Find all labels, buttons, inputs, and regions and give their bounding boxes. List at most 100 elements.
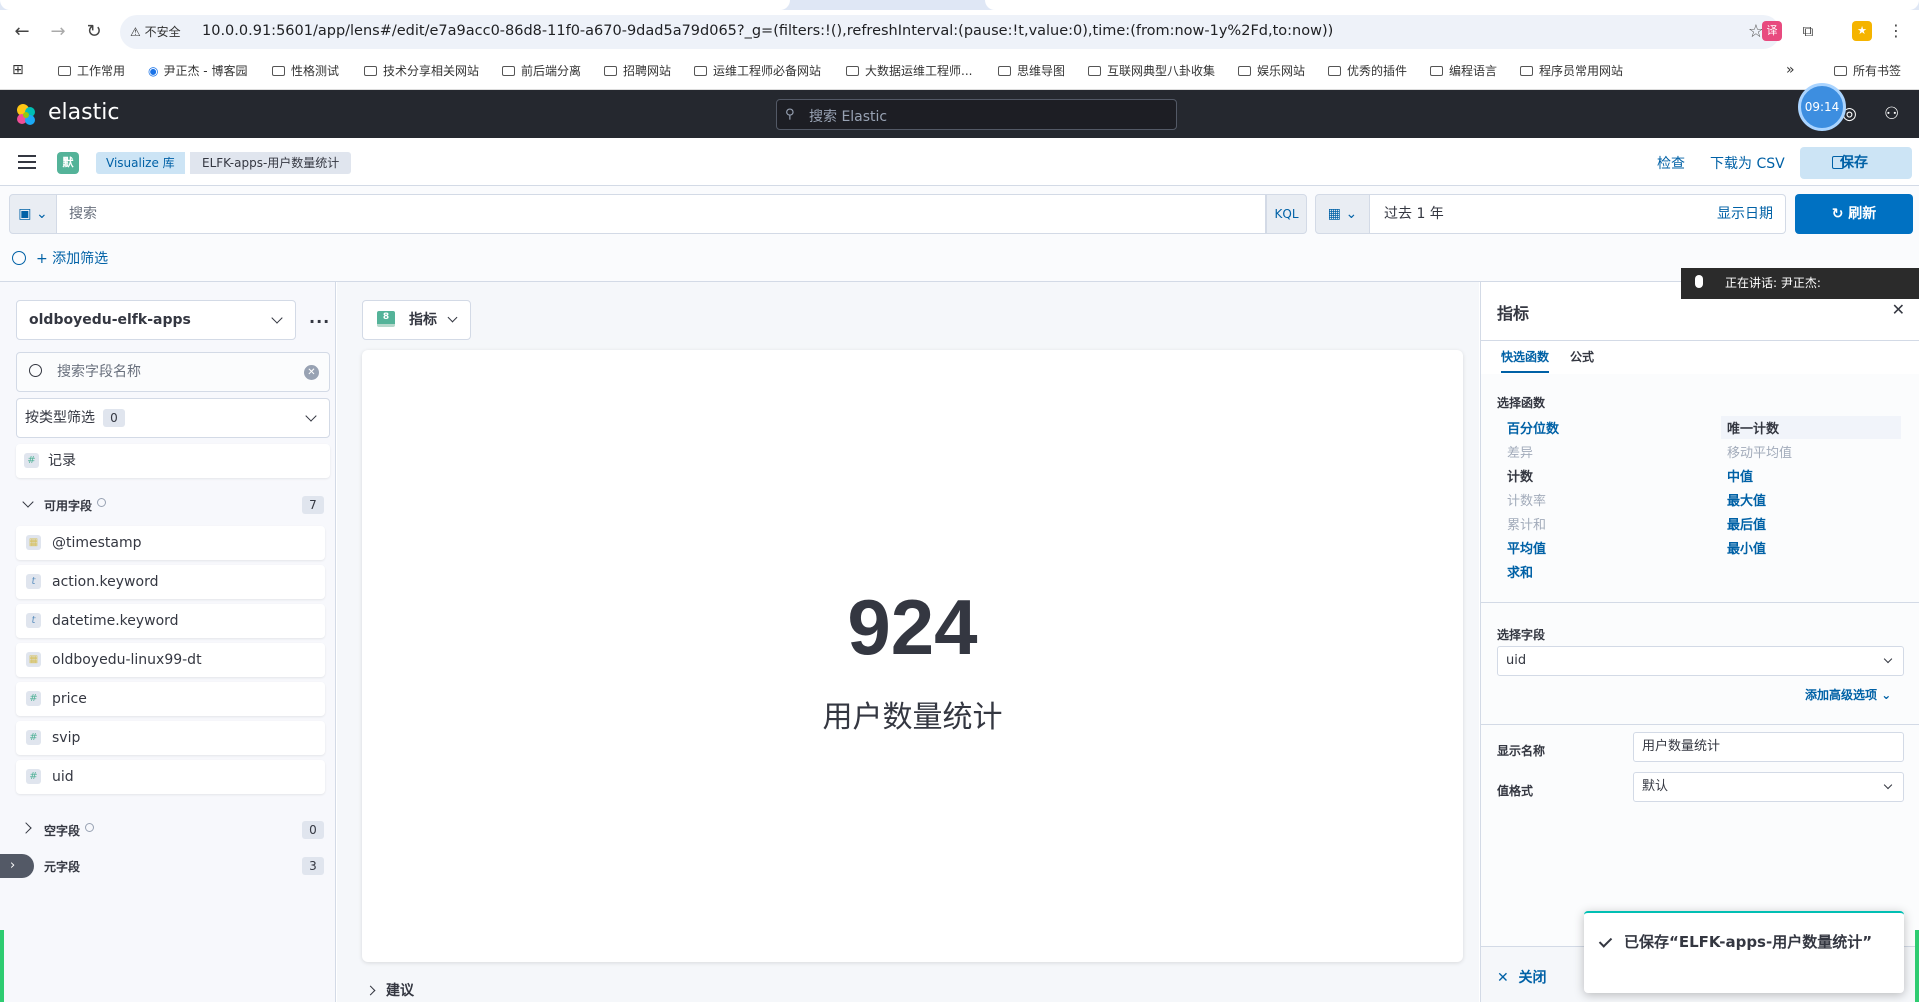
close-button[interactable]: ✕ 关闭	[1497, 967, 1546, 987]
function-median[interactable]: 中值	[1727, 466, 1753, 485]
saved-query-button[interactable]: ▣ ⌄	[9, 194, 57, 234]
more-bookmarks[interactable]: »	[1786, 62, 1795, 78]
folder-icon	[364, 66, 377, 76]
bookmark[interactable]: 互联网典型八卦收集	[1088, 62, 1215, 79]
filter-icon[interactable]	[12, 251, 26, 265]
available-fields-header[interactable]: 可用字段	[44, 497, 107, 514]
close-icon[interactable]: ✕	[1892, 300, 1905, 319]
tab-quick-functions[interactable]: 快选函数	[1501, 348, 1550, 373]
download-csv-button[interactable]: 下载为 CSV	[1710, 153, 1785, 173]
field-item[interactable]: t datetime.keyword	[16, 604, 325, 638]
data-view-select[interactable]: oldboyedu-elfk-apps	[16, 300, 296, 340]
bookmark[interactable]: 招聘网站	[604, 62, 671, 79]
refresh-button[interactable]: ↻ 刷新	[1795, 194, 1913, 234]
puzzle-icon[interactable]: ⧉	[1798, 21, 1818, 41]
bookmark[interactable]: 技术分享相关网站	[364, 62, 479, 79]
query-input[interactable]: 搜索	[57, 194, 1266, 234]
address-bar[interactable]: ⚠ 不安全 10.0.0.91:5601/app/lens#/edit/e7a9…	[120, 15, 1780, 49]
saved-toast[interactable]: 已保存“ELFK-apps-用户数量统计”	[1584, 911, 1904, 993]
date-range-picker[interactable]: 过去 1 年 显示日期	[1370, 194, 1786, 234]
field-item[interactable]: ▦ oldboyedu-linux99-dt	[16, 643, 325, 677]
logo-text[interactable]: elastic	[48, 100, 119, 125]
tab[interactable]	[985, 0, 1919, 10]
bookmark[interactable]: 工作常用	[58, 62, 125, 79]
extension-icon[interactable]: 译	[1762, 21, 1782, 41]
clear-icon[interactable]: ✕	[304, 365, 319, 380]
tab-strip	[0, 0, 1919, 10]
type-filter-button[interactable]: 按类型筛选 0	[16, 398, 330, 438]
bookmark[interactable]: 程序员常用网站	[1520, 62, 1623, 79]
field-search-input[interactable]: 搜索字段名称 ✕	[16, 352, 330, 392]
field-item[interactable]: # svip	[16, 721, 325, 755]
function-last-value[interactable]: 最后值	[1727, 514, 1766, 533]
reload-icon[interactable]: ↻	[82, 20, 106, 44]
bookmark[interactable]: 编程语言	[1430, 62, 1497, 79]
menu-icon[interactable]: ⋮	[1886, 21, 1906, 41]
add-advanced-options-link[interactable]: 添加高级选项 ⌄	[1805, 686, 1891, 703]
microphone-icon	[1695, 275, 1703, 288]
global-search-input[interactable]: ⚲ 搜索 Elastic	[776, 99, 1177, 130]
show-dates-link[interactable]: 显示日期	[1717, 195, 1773, 233]
metric-value: 924	[847, 583, 978, 671]
inspect-button[interactable]: 检查	[1657, 153, 1685, 173]
number-type-icon: #	[26, 691, 41, 706]
tab[interactable]	[0, 0, 790, 10]
bookmark[interactable]: 性格测试	[272, 62, 339, 79]
query-language-button[interactable]: KQL	[1266, 194, 1307, 234]
profile-icon[interactable]: ★	[1852, 21, 1872, 41]
chevron-right-icon[interactable]	[20, 822, 32, 834]
suggestions-toggle[interactable]: 建议	[365, 980, 414, 1000]
calendar-icon[interactable]: ▦ ⌄	[1315, 194, 1370, 234]
function-cumulative-sum: 累计和	[1507, 518, 1547, 533]
collapse-handle[interactable]: ›	[0, 854, 34, 878]
records-field[interactable]: # 记录	[16, 444, 330, 478]
chevron-down-icon	[1883, 780, 1893, 790]
info-icon[interactable]	[97, 498, 107, 507]
field-item[interactable]: t action.keyword	[16, 565, 325, 599]
more-options-icon[interactable]: ···	[309, 312, 330, 331]
value-format-select[interactable]: 默认	[1633, 772, 1904, 802]
function-min[interactable]: 最小值	[1727, 538, 1766, 557]
meta-fields-header[interactable]: 元字段	[44, 858, 80, 875]
space-avatar[interactable]: 默	[57, 152, 79, 174]
bookmark[interactable]: 娱乐网站	[1238, 62, 1305, 79]
function-sum[interactable]: 求和	[1507, 562, 1533, 581]
field-item[interactable]: # price	[16, 682, 325, 716]
chevron-down-icon[interactable]	[22, 496, 34, 508]
function-max[interactable]: 最大值	[1727, 490, 1766, 509]
save-label: 保存	[1840, 155, 1868, 171]
security-warning[interactable]: ⚠ 不安全	[130, 23, 181, 40]
field-item[interactable]: ▦ @timestamp	[16, 526, 325, 560]
function-average[interactable]: 平均值	[1507, 538, 1546, 557]
info-icon[interactable]	[85, 823, 95, 832]
bookmark[interactable]: 大数据运维工程师...	[846, 62, 972, 79]
tab-formula[interactable]: 公式	[1570, 348, 1594, 365]
apps-grid-icon[interactable]: ⊞	[12, 62, 24, 78]
function-percentile[interactable]: 百分位数	[1507, 418, 1559, 437]
bookmark[interactable]: ◉ 尹正杰 - 博客园	[148, 62, 247, 79]
display-name-input[interactable]: 用户数量统计	[1633, 732, 1904, 762]
visualization-canvas[interactable]: 924 用户数量统计	[362, 350, 1463, 962]
bookmark[interactable]: 思维导图	[998, 62, 1065, 79]
display-name-label: 显示名称	[1497, 744, 1546, 758]
visualization-type-select[interactable]: 8 指标	[362, 300, 471, 340]
elastic-logo-icon[interactable]	[14, 103, 38, 127]
field-item[interactable]: # uid	[16, 760, 325, 794]
bookmark[interactable]: 前后端分离	[502, 62, 581, 79]
function-unique-count[interactable]: 唯一计数	[1721, 416, 1901, 439]
breadcrumb-visualize-library[interactable]: Visualize 库	[96, 152, 185, 174]
all-bookmarks[interactable]: 所有书签	[1834, 62, 1901, 79]
kibana-header: elastic ⚲ 搜索 Elastic	[0, 90, 1919, 138]
back-icon[interactable]: ←	[10, 20, 34, 44]
add-filter-button[interactable]: + 添加筛选	[36, 251, 108, 267]
menu-toggle-icon[interactable]	[18, 155, 36, 169]
user-menu-icon[interactable]: ⚇	[1884, 104, 1899, 124]
toast-text: 已保存“ELFK-apps-用户数量统计”	[1624, 933, 1873, 951]
empty-fields-header[interactable]: 空字段	[44, 822, 95, 839]
forward-icon[interactable]: →	[46, 20, 70, 44]
save-button[interactable]: 保存	[1800, 147, 1912, 179]
bookmark[interactable]: 运维工程师必备网站	[694, 62, 821, 79]
function-count[interactable]: 计数	[1507, 466, 1533, 485]
bookmark[interactable]: 优秀的插件	[1328, 62, 1407, 79]
field-select[interactable]: uid	[1497, 646, 1904, 676]
